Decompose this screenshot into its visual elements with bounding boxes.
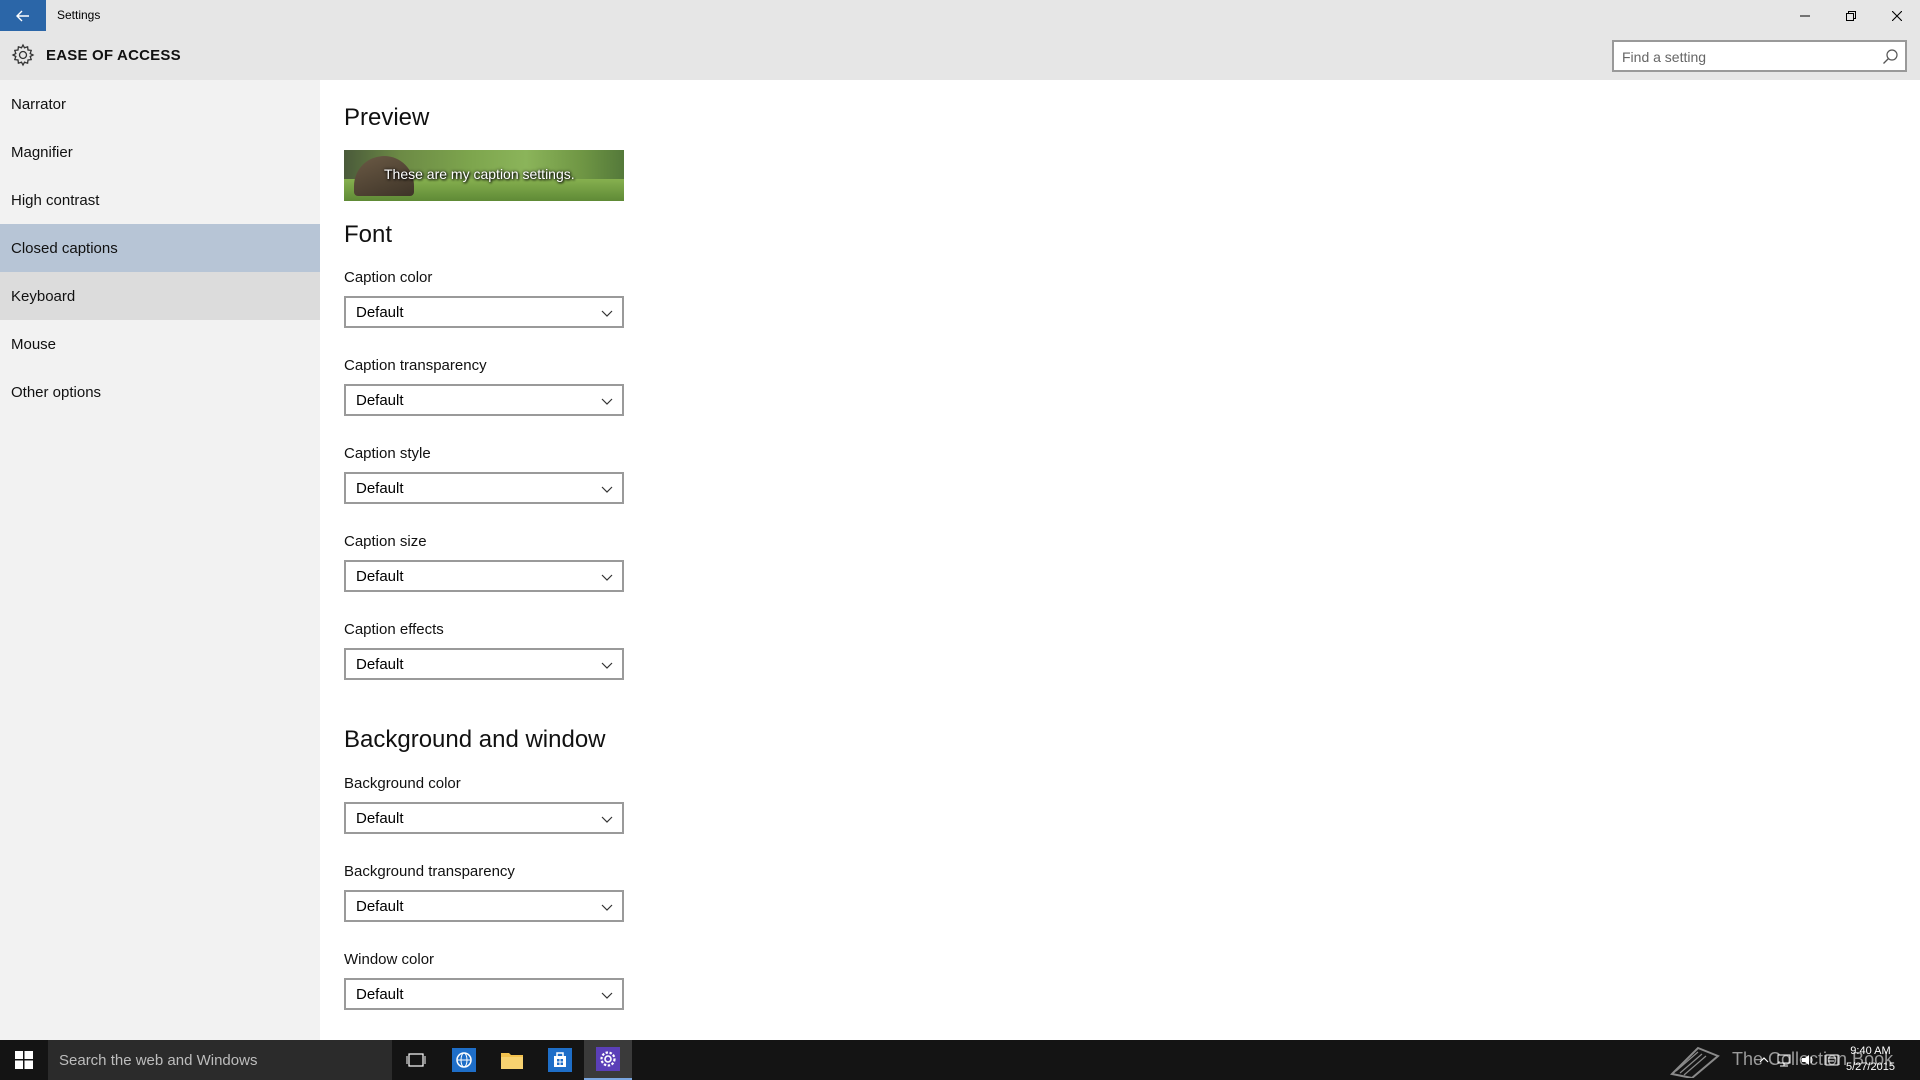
taskbar-search-box[interactable]: Search the web and Windows [48, 1040, 392, 1080]
window-color-dropdown[interactable]: Default [344, 978, 624, 1010]
title-bar: Settings [0, 0, 1920, 31]
background-color-dropdown[interactable]: Default [344, 802, 624, 834]
clock-date: 5/27/2015 [1846, 1061, 1895, 1073]
taskbar-search-text: Search the web and Windows [59, 1052, 258, 1069]
clock[interactable]: 9:40 AM 5/27/2015 [1846, 1043, 1895, 1075]
caption-effects-label: Caption effects [344, 621, 444, 638]
chevron-down-icon [601, 310, 613, 317]
taskbar-settings[interactable] [584, 1040, 632, 1080]
caption-style-label: Caption style [344, 445, 431, 462]
caption-size-label: Caption size [344, 533, 427, 550]
show-hidden-icons-icon[interactable] [1756, 1052, 1772, 1068]
page-header: EASE OF ACCESS [0, 31, 1920, 80]
preview-caption-text: These are my caption settings. [384, 166, 575, 182]
minimize-icon [1800, 15, 1810, 16]
dropdown-value: Default [356, 303, 404, 321]
background-window-heading: Background and window [344, 726, 606, 753]
caption-transparency-dropdown[interactable]: Default [344, 384, 624, 416]
close-icon [1892, 10, 1902, 21]
caption-size-dropdown[interactable]: Default [344, 560, 624, 592]
sidebar-item-mouse[interactable]: Mouse [0, 320, 320, 368]
sidebar-item-closed-captions[interactable]: Closed captions [0, 224, 320, 272]
window-color-label: Window color [344, 951, 435, 968]
browser-icon [452, 1048, 476, 1072]
close-button[interactable] [1874, 0, 1920, 31]
caption-style-dropdown[interactable]: Default [344, 472, 624, 504]
back-button[interactable] [0, 0, 46, 31]
store-icon [548, 1048, 572, 1072]
caption-color-label: Caption color [344, 269, 433, 286]
dropdown-value: Default [356, 391, 404, 409]
dropdown-value: Default [356, 567, 404, 585]
caption-effects-dropdown[interactable]: Default [344, 648, 624, 680]
dropdown-value: Default [356, 809, 404, 827]
caption-preview: These are my caption settings. [344, 150, 624, 201]
chevron-down-icon [601, 992, 613, 999]
search-icon [1883, 49, 1898, 64]
start-button[interactable] [0, 1040, 48, 1080]
dropdown-value: Default [356, 985, 404, 1003]
font-heading: Font [344, 221, 393, 248]
background-transparency-dropdown[interactable]: Default [344, 890, 624, 922]
chevron-down-icon [601, 816, 613, 823]
section-title: EASE OF ACCESS [46, 47, 181, 64]
folder-icon [501, 1053, 523, 1069]
sidebar-item-narrator[interactable]: Narrator [0, 80, 320, 128]
clock-time: 9:40 AM [1850, 1045, 1891, 1057]
dropdown-value: Default [356, 479, 404, 497]
network-icon[interactable] [1776, 1052, 1792, 1068]
task-view-icon [406, 1053, 426, 1067]
action-center-icon[interactable] [1824, 1052, 1840, 1068]
dropdown-value: Default [356, 655, 404, 673]
sidebar-item-other-options[interactable]: Other options [0, 368, 320, 416]
sidebar-item-high-contrast[interactable]: High contrast [0, 176, 320, 224]
caption-transparency-label: Caption transparency [344, 357, 487, 374]
windows-logo-icon [15, 1051, 33, 1069]
preview-heading: Preview [344, 104, 430, 131]
back-arrow-icon [16, 10, 29, 21]
main-content: Preview These are my caption settings. F… [320, 80, 1920, 1040]
search-box[interactable] [1612, 40, 1907, 72]
chevron-down-icon [601, 904, 613, 911]
settings-gear-icon [596, 1047, 620, 1071]
sidebar-item-magnifier[interactable]: Magnifier [0, 128, 320, 176]
task-view-button[interactable] [392, 1040, 440, 1080]
window-title: Settings [57, 8, 101, 22]
chevron-down-icon [601, 574, 613, 581]
volume-icon[interactable] [1800, 1052, 1816, 1068]
sidebar: Narrator Magnifier High contrast Closed … [0, 80, 320, 1040]
minimize-button[interactable] [1782, 0, 1828, 31]
chevron-down-icon [601, 662, 613, 669]
search-input[interactable] [1622, 47, 1872, 66]
book-logo-icon [1669, 1046, 1720, 1078]
background-transparency-label: Background transparency [344, 863, 515, 880]
caption-color-dropdown[interactable]: Default [344, 296, 624, 328]
taskbar-file-explorer[interactable] [488, 1040, 536, 1080]
taskbar: Search the web and Windows The Collectio… [0, 1040, 1920, 1080]
restore-button[interactable] [1828, 0, 1874, 31]
taskbar-browser[interactable] [440, 1040, 488, 1080]
chevron-down-icon [601, 398, 613, 405]
gear-icon [11, 43, 35, 67]
taskbar-store[interactable] [536, 1040, 584, 1080]
sidebar-item-keyboard[interactable]: Keyboard [0, 272, 320, 320]
dropdown-value: Default [356, 897, 404, 915]
chevron-down-icon [601, 486, 613, 493]
background-color-label: Background color [344, 775, 461, 792]
restore-icon [1846, 10, 1856, 21]
